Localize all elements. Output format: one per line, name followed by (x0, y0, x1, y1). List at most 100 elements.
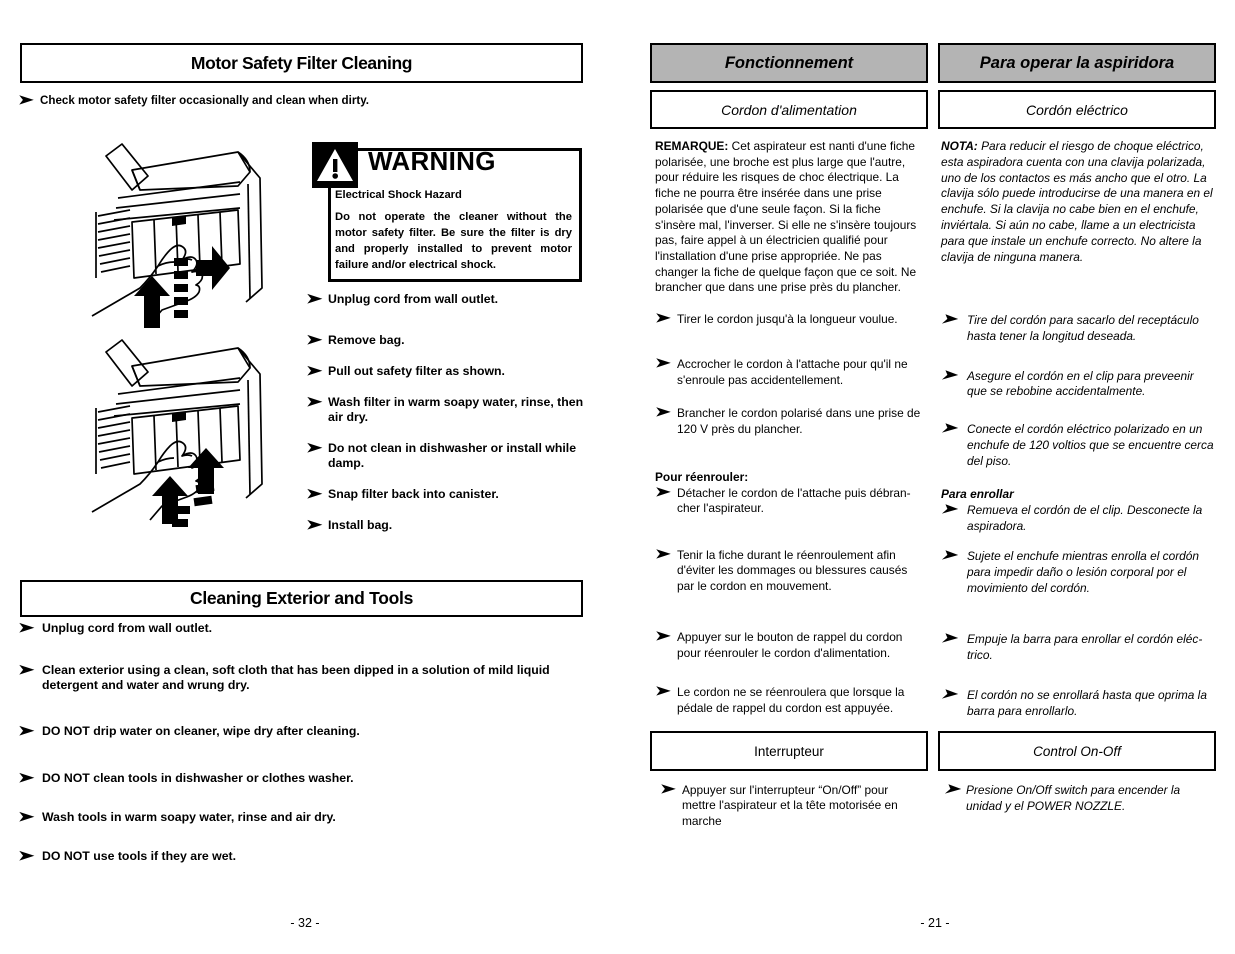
bullet-arrow-icon: ➤ (306, 517, 323, 532)
list-item-text: Appuyer sur le bouton de rappel du cordo… (677, 630, 903, 660)
cleaning-exterior-steps-list: ➤ Unplug cord from wall outlet. ➤ Clean … (18, 620, 588, 890)
spanish-rewind-label: Para enrollar (941, 487, 1014, 501)
pull-out-filter-illustration (91, 143, 263, 527)
list-item: ➤ Pull out safety filter as shown. (306, 363, 596, 379)
bullet-arrow-icon: ➤ (941, 501, 957, 516)
spanish-switch-bullets: ➤ Presione On/Off switch para encender l… (944, 781, 1212, 815)
list-item-text: Détacher le cordon de l'attache puis déb… (677, 486, 911, 516)
list-item-text: Wash tools in warm soapy water, rinse an… (42, 809, 336, 824)
section-title-motor-safety-filter-cleaning: Motor Safety Filter Cleaning (20, 43, 583, 83)
spanish-rewind-bullets-continued: ➤ Sujete el enchufe mientras enrolla el … (941, 547, 1215, 744)
list-item: ➤ Presione On/Off switch para encender l… (944, 781, 1212, 815)
page-number-right: - 21 - (920, 916, 950, 930)
list-item-text: Empuje la barra para enrollar el cordón … (967, 632, 1203, 663)
list-item-text: Pull out safety filter as shown. (328, 364, 505, 378)
bullet-arrow-icon: ➤ (655, 355, 671, 371)
list-item: ➤ Appuyer sur l'interrupteur “On/Off” po… (660, 781, 922, 829)
list-item: ➤ Détacher le cordon de l'attache puis d… (655, 484, 921, 517)
bullet-arrow-icon: ➤ (941, 547, 957, 562)
list-item: ➤ Accrocher le cordon à l'attache pour q… (655, 355, 921, 388)
list-item: ➤ Clean exterior using a clean, soft clo… (18, 662, 588, 693)
french-subsection-header: Cordon d'alimentation (650, 90, 928, 129)
list-item-text: Le cordon ne se réenroulera que lorsque … (677, 685, 905, 715)
list-item-text: El cordón no se enrollará hasta que opri… (967, 688, 1207, 718)
list-item: ➤ Wash tools in warm soapy water, rinse … (18, 808, 588, 825)
list-item: ➤ Asegure el cordón en el clip para prev… (941, 367, 1215, 401)
list-item: ➤ Wash filter in warm soapy water, rinse… (306, 394, 596, 425)
spanish-rewind-bullets: ➤ Remueva el cordón de el clip. Desconec… (941, 501, 1215, 553)
list-item: ➤ Empuje la barra para enrollar el cordó… (941, 630, 1215, 664)
french-note-body: Cet aspirateur est nanti d'une fiche pol… (655, 139, 917, 295)
list-item-text: Conecte el cordón eléctrico polarizado e… (967, 422, 1214, 468)
page-number-left: - 32 - (290, 916, 320, 930)
list-item: ➤ Do not clean in dishwasher or install … (306, 440, 596, 471)
list-item-text: Sujete el enchufe mientras enrolla el co… (967, 549, 1200, 595)
french-note-paragraph: REMARQUE: Cet aspirateur est nanti d'une… (655, 139, 917, 296)
bullet-arrow-icon: ➤ (306, 486, 323, 501)
bullet-arrow-icon: ➤ (655, 683, 671, 699)
bullet-arrow-icon: ➤ (18, 808, 35, 824)
list-item: ➤ El cordón no se enrollará hasta que op… (941, 686, 1215, 720)
list-item-text: Unplug cord from wall outlet. (42, 621, 213, 635)
spanish-note-label: NOTA: (941, 139, 978, 153)
list-item-text: Snap filter back into canister. (328, 487, 499, 501)
list-item-text: Remove bag. (328, 333, 405, 347)
bullet-arrow-icon: ➤ (18, 92, 34, 107)
list-item: ➤ Conecte el cordón eléctrico polarizado… (941, 420, 1215, 469)
motor-filter-steps-list: ➤ Unplug cord from wall outlet. ➤ Remove… (306, 291, 596, 549)
english-column: Motor Safety Filter Cleaning ➤ Check mot… (0, 0, 610, 954)
filter-illustrations (88, 138, 278, 528)
list-item-text: Tire del cordón para sacarlo del receptá… (967, 313, 1199, 343)
spanish-cord-bullets: ➤ Tire del cordón para sacarlo del recep… (941, 311, 1215, 488)
bullet-arrow-icon: ➤ (941, 420, 957, 436)
list-item-text: Appuyer sur l'interrupteur “On/Off” pour… (682, 783, 898, 828)
list-item: ➤ DO NOT use tools if they are wet. (18, 848, 588, 864)
bullet-arrow-icon: ➤ (306, 363, 323, 378)
bullet-arrow-icon: ➤ (306, 394, 323, 409)
warning-hazard-label: Electrical Shock Hazard (335, 189, 462, 201)
list-item-text: Wash filter in warm soapy water, rinse, … (328, 395, 584, 424)
list-item-text: Accrocher le cordon à l'attache pour qu'… (677, 357, 908, 387)
list-item: ➤ Tirer le cordon jusqu'à la longueur vo… (655, 310, 921, 327)
warning-callout: WARNING Electrical Shock Hazard Do not o… (312, 142, 582, 282)
list-item-text: DO NOT drip water on cleaner, wipe dry a… (42, 724, 360, 739)
french-switch-header: Interrupteur (650, 731, 928, 771)
list-item-text: Clean exterior using a clean, soft cloth… (42, 662, 550, 692)
list-item: ➤ Unplug cord from wall outlet. (306, 291, 596, 307)
french-rewind-bullets: ➤ Détacher le cordon de l'attache puis d… (655, 484, 921, 535)
list-item-text: Remueva el cordón de el clip. Desconecte… (967, 503, 1203, 533)
list-item-text: Brancher le cordon polarisé dans une pri… (677, 406, 921, 436)
french-column: Fonctionnement Cordon d'alimentation REM… (650, 0, 928, 954)
french-note-label: REMARQUE: (655, 139, 729, 153)
french-section-header: Fonctionnement (650, 43, 928, 83)
bullet-arrow-icon: ➤ (660, 781, 676, 796)
french-switch-bullets: ➤ Appuyer sur l'interrupteur “On/Off” po… (660, 781, 922, 829)
french-rewind-bullets-continued: ➤ Tenir la fiche durant le réenroulement… (655, 546, 921, 740)
french-cord-bullets: ➤ Tirer le cordon jusqu'à la longueur vo… (655, 310, 921, 455)
spanish-switch-header: Control On-Off (938, 731, 1216, 771)
bullet-arrow-icon: ➤ (655, 484, 671, 499)
list-item: ➤ Install bag. (306, 517, 596, 533)
bullet-arrow-icon: ➤ (306, 291, 323, 306)
list-item: ➤ DO NOT drip water on cleaner, wipe dry… (18, 723, 588, 739)
bullet-arrow-icon: ➤ (306, 332, 323, 347)
intro-text: Check motor safety filter occasionally a… (40, 94, 370, 107)
list-item-text: Unplug cord from wall outlet. (328, 292, 499, 306)
bullet-arrow-icon: ➤ (941, 630, 957, 646)
list-item: ➤ Le cordon ne se réenroulera que lorsqu… (655, 683, 921, 716)
bullet-arrow-icon: ➤ (18, 620, 35, 635)
warning-word: WARNING (368, 146, 496, 176)
list-item-text: Asegure el cordón en el clip para prevee… (967, 368, 1194, 399)
list-item: ➤ Unplug cord from wall outlet. (18, 620, 588, 636)
bullet-arrow-icon: ➤ (18, 723, 35, 739)
spanish-subsection-header: Cordón eléctrico (938, 90, 1216, 129)
list-item-text: DO NOT use tools if they are wet. (42, 848, 237, 863)
bullet-arrow-icon: ➤ (655, 404, 671, 420)
bullet-arrow-icon: ➤ (944, 781, 960, 796)
bullet-arrow-icon: ➤ (655, 628, 671, 644)
french-rewind-label: Pour réenrouler: (655, 470, 749, 484)
list-item: ➤ Tire del cordón para sacarlo del recep… (941, 311, 1215, 345)
list-item: ➤ DO NOT clean tools in dishwasher or cl… (18, 770, 588, 786)
intro-bullet: ➤ Check motor safety filter occasionally… (18, 92, 578, 108)
section-title-cleaning-exterior-and-tools: Cleaning Exterior and Tools (20, 580, 583, 617)
